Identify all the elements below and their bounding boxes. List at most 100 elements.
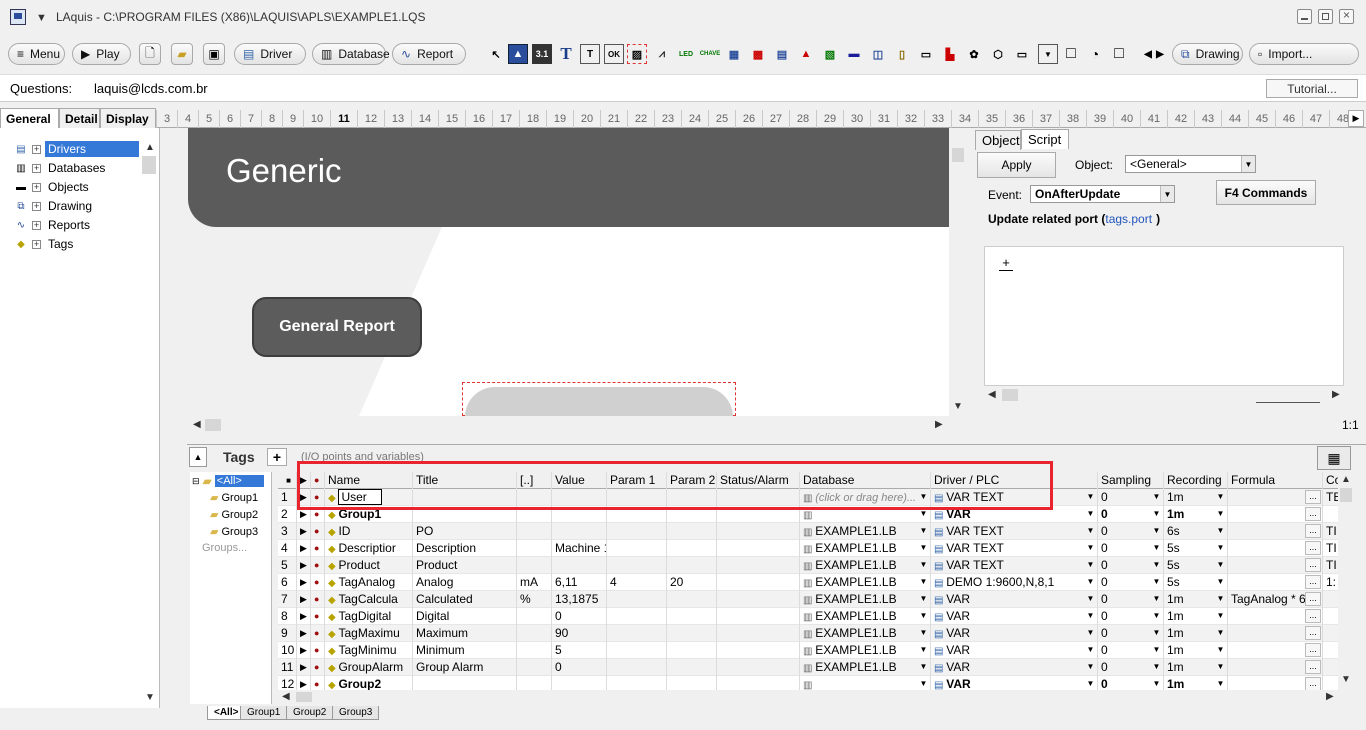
tag-title-cell[interactable]: Product: [413, 557, 517, 574]
maximize-button[interactable]: [1318, 9, 1333, 24]
chevron-down-icon[interactable]: ▼: [1151, 490, 1162, 504]
tag-unit-cell[interactable]: [517, 523, 552, 540]
tag-value-cell[interactable]: 6,11: [552, 574, 607, 591]
table-row[interactable]: 6 ▶ ● ◆ TagAnalog Analog mA 6,11 4 20 ▥ EXAMPLE1.…: [278, 574, 1338, 591]
chevron-down-icon[interactable]: ▼: [1215, 643, 1226, 657]
scroll-thumb[interactable]: [1002, 389, 1018, 401]
clock-tool-icon[interactable]: ✿: [964, 44, 984, 64]
new-file-button[interactable]: 🗋: [139, 43, 161, 65]
comment-cell[interactable]: TI: [1323, 523, 1338, 540]
tab-number-39[interactable]: 39: [1086, 110, 1113, 128]
canvas-hscrollbar[interactable]: ◀ ▶: [187, 416, 949, 434]
table-row[interactable]: 11 ▶ ● ◆ GroupAlarm Group Alarm 0 ▥ EXAMPLE1.L…: [278, 659, 1338, 676]
tree-scrollbar[interactable]: ▲ ▼: [141, 140, 158, 708]
tab-number-23[interactable]: 23: [654, 110, 681, 128]
image-tool-icon[interactable]: ▲: [508, 44, 528, 64]
chevron-down-icon[interactable]: ▼: [1085, 609, 1096, 623]
tab-number-5[interactable]: 5: [198, 110, 219, 128]
f4-commands-button[interactable]: F4 Commands: [1216, 180, 1316, 205]
chevron-down-icon[interactable]: ▼: [1215, 592, 1226, 606]
tag-value-cell[interactable]: [552, 523, 607, 540]
row-arrow-icon[interactable]: ▶: [297, 642, 311, 659]
record-dot-icon[interactable]: ●: [311, 642, 325, 659]
chevron-down-icon[interactable]: ▼: [1085, 592, 1096, 606]
status-cell[interactable]: [717, 591, 800, 608]
object-select[interactable]: <General> ▼: [1125, 155, 1256, 173]
tab-number-18[interactable]: 18: [519, 110, 546, 128]
database-button[interactable]: ▥ Database: [312, 43, 390, 65]
comment-cell[interactable]: TI: [1323, 557, 1338, 574]
scroll-right-icon[interactable]: ▶: [935, 419, 943, 430]
tag-title-cell[interactable]: Analog: [413, 574, 517, 591]
tab-number-47[interactable]: 47: [1302, 110, 1329, 128]
alarm-tool-icon[interactable]: ▩: [748, 44, 768, 64]
record-dot-icon[interactable]: ●: [311, 659, 325, 676]
row-arrow-icon[interactable]: ▶: [297, 540, 311, 557]
open-folder-button[interactable]: ▰: [171, 43, 193, 65]
param2-cell[interactable]: [667, 608, 717, 625]
chevron-down-icon[interactable]: ▼: [918, 660, 929, 674]
column-header-rec[interactable]: Recording: [1164, 472, 1228, 489]
param1-cell[interactable]: [607, 540, 667, 557]
chevron-down-icon[interactable]: ▼: [1151, 541, 1162, 555]
tag-unit-cell[interactable]: [517, 608, 552, 625]
tag-unit-cell[interactable]: [517, 659, 552, 676]
expand-icon[interactable]: +: [32, 144, 41, 154]
report-button[interactable]: ∿ Report: [392, 43, 466, 65]
tag-group-all[interactable]: ⊟ ▰ <All>: [192, 474, 264, 488]
tag-value-cell[interactable]: 90: [552, 625, 607, 642]
panel-tool-icon[interactable]: ▬: [844, 44, 864, 64]
param2-cell[interactable]: [667, 591, 717, 608]
chevron-down-icon[interactable]: ▼: [1215, 660, 1226, 674]
fire-tool-icon[interactable]: ▲: [796, 44, 816, 64]
tab-number-35[interactable]: 35: [978, 110, 1005, 128]
display-tool-icon[interactable]: 3.1: [532, 44, 552, 64]
tag-value-cell[interactable]: 0: [552, 608, 607, 625]
window-tool-icon[interactable]: ▤: [772, 44, 792, 64]
table-row[interactable]: 10 ▶ ● ◆ TagMinimu Minimum 5 ▥ EXAMPLE1.LB ▼ ▤ V…: [278, 642, 1338, 659]
formula-edit-button[interactable]: ...: [1305, 609, 1321, 623]
tags-port-link[interactable]: tags.port: [1105, 212, 1152, 226]
record-dot-icon[interactable]: ●: [311, 625, 325, 642]
chevron-down-icon[interactable]: ▼: [1215, 609, 1226, 623]
plot-tool-icon[interactable]: ◫: [868, 44, 888, 64]
tab-number-15[interactable]: 15: [438, 110, 465, 128]
canvas-vscrollbar[interactable]: ▼: [950, 128, 966, 416]
chevron-down-icon[interactable]: ▼: [1085, 490, 1096, 504]
tree-item-tags[interactable]: ◆ + Tags: [14, 235, 76, 253]
chevron-down-icon[interactable]: ▼: [1085, 558, 1096, 572]
driver-cell[interactable]: ▤ VAR: [931, 608, 1098, 625]
record-dot-icon[interactable]: ●: [311, 608, 325, 625]
table-row[interactable]: 4 ▶ ● ◆ Descriptior Description Machine 1 ▥ EX…: [278, 540, 1338, 557]
record-dot-icon[interactable]: ●: [311, 574, 325, 591]
chevron-down-icon[interactable]: ▼: [1085, 507, 1096, 521]
chevron-down-icon[interactable]: ▼: [918, 558, 929, 572]
comment-cell[interactable]: [1323, 625, 1338, 642]
tab-detail[interactable]: Detail: [59, 108, 100, 128]
row-arrow-icon[interactable]: ▶: [297, 557, 311, 574]
formula-edit-button[interactable]: ...: [1305, 507, 1321, 521]
tag-value-cell[interactable]: 0: [552, 659, 607, 676]
chevron-down-icon[interactable]: ▼: [1085, 575, 1096, 589]
chevron-down-icon[interactable]: ▼: [918, 677, 929, 691]
bottom-tab-group3[interactable]: Group3: [332, 706, 380, 720]
formula-edit-button[interactable]: ...: [1305, 643, 1321, 657]
tag-group-1[interactable]: ▰ Group1: [210, 491, 258, 505]
close-button[interactable]: ×: [1339, 8, 1354, 24]
save-button[interactable]: ▣: [203, 43, 225, 65]
scroll-down-icon[interactable]: ▼: [145, 692, 155, 703]
dial-tool-icon[interactable]: ◔: [1085, 44, 1105, 64]
tag-title-cell[interactable]: PO: [413, 523, 517, 540]
driver-cell[interactable]: ▤ VAR TEXT: [931, 557, 1098, 574]
chevron-down-icon[interactable]: ▼: [1215, 558, 1226, 572]
driver-cell[interactable]: ▤ VAR: [931, 642, 1098, 659]
tab-number-43[interactable]: 43: [1194, 110, 1221, 128]
import-button[interactable]: ▫ Import...: [1249, 43, 1359, 65]
row-arrow-icon[interactable]: ▶: [297, 608, 311, 625]
chevron-down-icon[interactable]: ▼: [1151, 677, 1162, 691]
chevron-down-icon[interactable]: ▼: [1085, 541, 1096, 555]
scroll-right-icon[interactable]: ▶: [1150, 44, 1170, 64]
database-cell[interactable]: ▥ EXAMPLE1.LB: [800, 625, 931, 642]
chevron-down-icon[interactable]: ▼: [1151, 609, 1162, 623]
bottle-tool-icon[interactable]: ▯: [892, 44, 912, 64]
